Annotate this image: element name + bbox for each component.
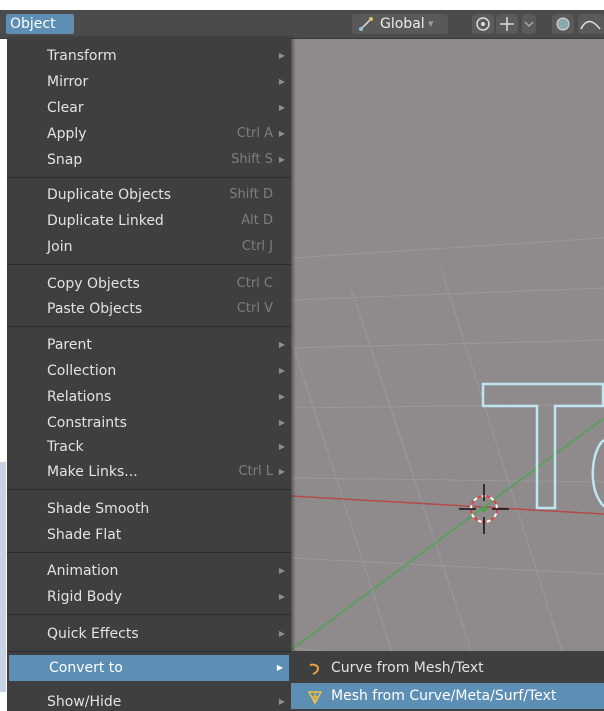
viewport-scene <box>291 237 604 711</box>
submenu-arrow-icon: ▶ <box>278 697 285 706</box>
menu-item-mirror[interactable]: Mirror ▶ <box>7 69 291 95</box>
menu-item-make-links[interactable]: Make Links... Ctrl L ▶ <box>7 459 291 485</box>
menu-separator <box>7 614 291 615</box>
orientation-icon <box>358 16 374 38</box>
submenu-arrow-icon: ▶ <box>276 663 283 672</box>
menu-item-duplicate-objects[interactable]: Duplicate Objects Shift D <box>7 182 291 208</box>
viewport-header: Object Global ▾ <box>0 10 604 39</box>
menu-separator <box>7 552 291 553</box>
blender-window: Object Global ▾ Transform ▶ Mirror ▶ Cle… <box>0 0 604 711</box>
menu-item-collection[interactable]: Collection ▶ <box>7 358 291 384</box>
object-menu-button[interactable]: Object <box>6 14 74 34</box>
menu-item-constraints[interactable]: Constraints ▶ <box>7 410 291 436</box>
submenu-arrow-icon: ▶ <box>278 392 285 401</box>
pivot-icon[interactable] <box>472 14 494 34</box>
chevron-down-icon: ▾ <box>428 17 434 30</box>
menu-item-copy-objects[interactable]: Copy Objects Ctrl C <box>7 271 291 297</box>
submenu-arrow-icon: ▶ <box>278 566 285 575</box>
menu-item-shade-smooth[interactable]: Shade Smooth <box>7 496 291 522</box>
menu-separator <box>7 489 291 490</box>
curve-icon <box>307 660 323 676</box>
text-object-t[interactable] <box>481 382 604 510</box>
mesh-icon <box>307 688 323 705</box>
orientation-label: Global <box>380 16 425 32</box>
submenu-item-curve-from-mesh[interactable]: Curve from Mesh/Text <box>291 655 604 681</box>
menu-item-relations[interactable]: Relations ▶ <box>7 384 291 410</box>
menu-item-transform[interactable]: Transform ▶ <box>7 43 291 69</box>
viewport-grid <box>291 237 604 711</box>
falloff-icon[interactable] <box>578 14 604 34</box>
menu-separator <box>7 177 291 178</box>
submenu-arrow-icon: ▶ <box>278 129 285 138</box>
convert-to-submenu: Curve from Mesh/Text Mesh from Curve/Met… <box>291 651 604 711</box>
submenu-arrow-icon: ▶ <box>278 77 285 86</box>
submenu-arrow-icon: ▶ <box>278 467 285 476</box>
menu-item-duplicate-linked[interactable]: Duplicate Linked Alt D <box>7 208 291 234</box>
menu-item-convert-to[interactable]: Convert to ▶ <box>9 655 289 681</box>
submenu-arrow-icon: ▶ <box>278 155 285 164</box>
submenu-arrow-icon: ▶ <box>278 366 285 375</box>
transform-orientation-dropdown[interactable]: Global ▾ <box>352 14 448 34</box>
proportional-edit-icon[interactable] <box>552 14 574 34</box>
snap-options-icon[interactable] <box>522 14 536 34</box>
menu-separator <box>7 264 291 265</box>
menu-item-join[interactable]: Join Ctrl J <box>7 234 291 260</box>
submenu-arrow-icon: ▶ <box>278 592 285 601</box>
menu-item-quick-effects[interactable]: Quick Effects ▶ <box>7 621 291 647</box>
menu-item-shade-flat[interactable]: Shade Flat <box>7 522 291 548</box>
object-dropdown-menu: Transform ▶ Mirror ▶ Clear ▶ Apply Ctrl … <box>7 38 291 711</box>
submenu-arrow-icon: ▶ <box>278 418 285 427</box>
menu-separator <box>7 326 291 327</box>
menu-item-paste-objects[interactable]: Paste Objects Ctrl V <box>7 296 291 322</box>
submenu-arrow-icon: ▶ <box>278 51 285 60</box>
submenu-item-mesh-from-curve[interactable]: Mesh from Curve/Meta/Surf/Text <box>291 683 604 709</box>
menu-item-snap[interactable]: Snap Shift S ▶ <box>7 147 291 173</box>
menu-item-apply[interactable]: Apply Ctrl A ▶ <box>7 121 291 147</box>
submenu-arrow-icon: ▶ <box>278 629 285 638</box>
submenu-arrow-icon: ▶ <box>278 442 285 451</box>
submenu-arrow-icon: ▶ <box>278 103 285 112</box>
background-window-edge <box>0 462 6 692</box>
text-object-o[interactable] <box>591 438 604 508</box>
snap-icon[interactable] <box>496 14 518 34</box>
y-axis-line <box>291 417 604 651</box>
x-axis-line <box>291 495 604 515</box>
3d-cursor[interactable] <box>459 484 509 534</box>
menu-item-track[interactable]: Track ▶ <box>7 434 291 460</box>
menu-separator <box>7 651 291 652</box>
menu-item-clear[interactable]: Clear ▶ <box>7 95 291 121</box>
menu-item-parent[interactable]: Parent ▶ <box>7 332 291 358</box>
menu-item-show-hide[interactable]: Show/Hide ▶ <box>7 689 291 711</box>
menu-item-rigid-body[interactable]: Rigid Body ▶ <box>7 584 291 610</box>
submenu-arrow-icon: ▶ <box>278 340 285 349</box>
menu-item-animation[interactable]: Animation ▶ <box>7 558 291 584</box>
3d-viewport[interactable] <box>291 38 604 711</box>
